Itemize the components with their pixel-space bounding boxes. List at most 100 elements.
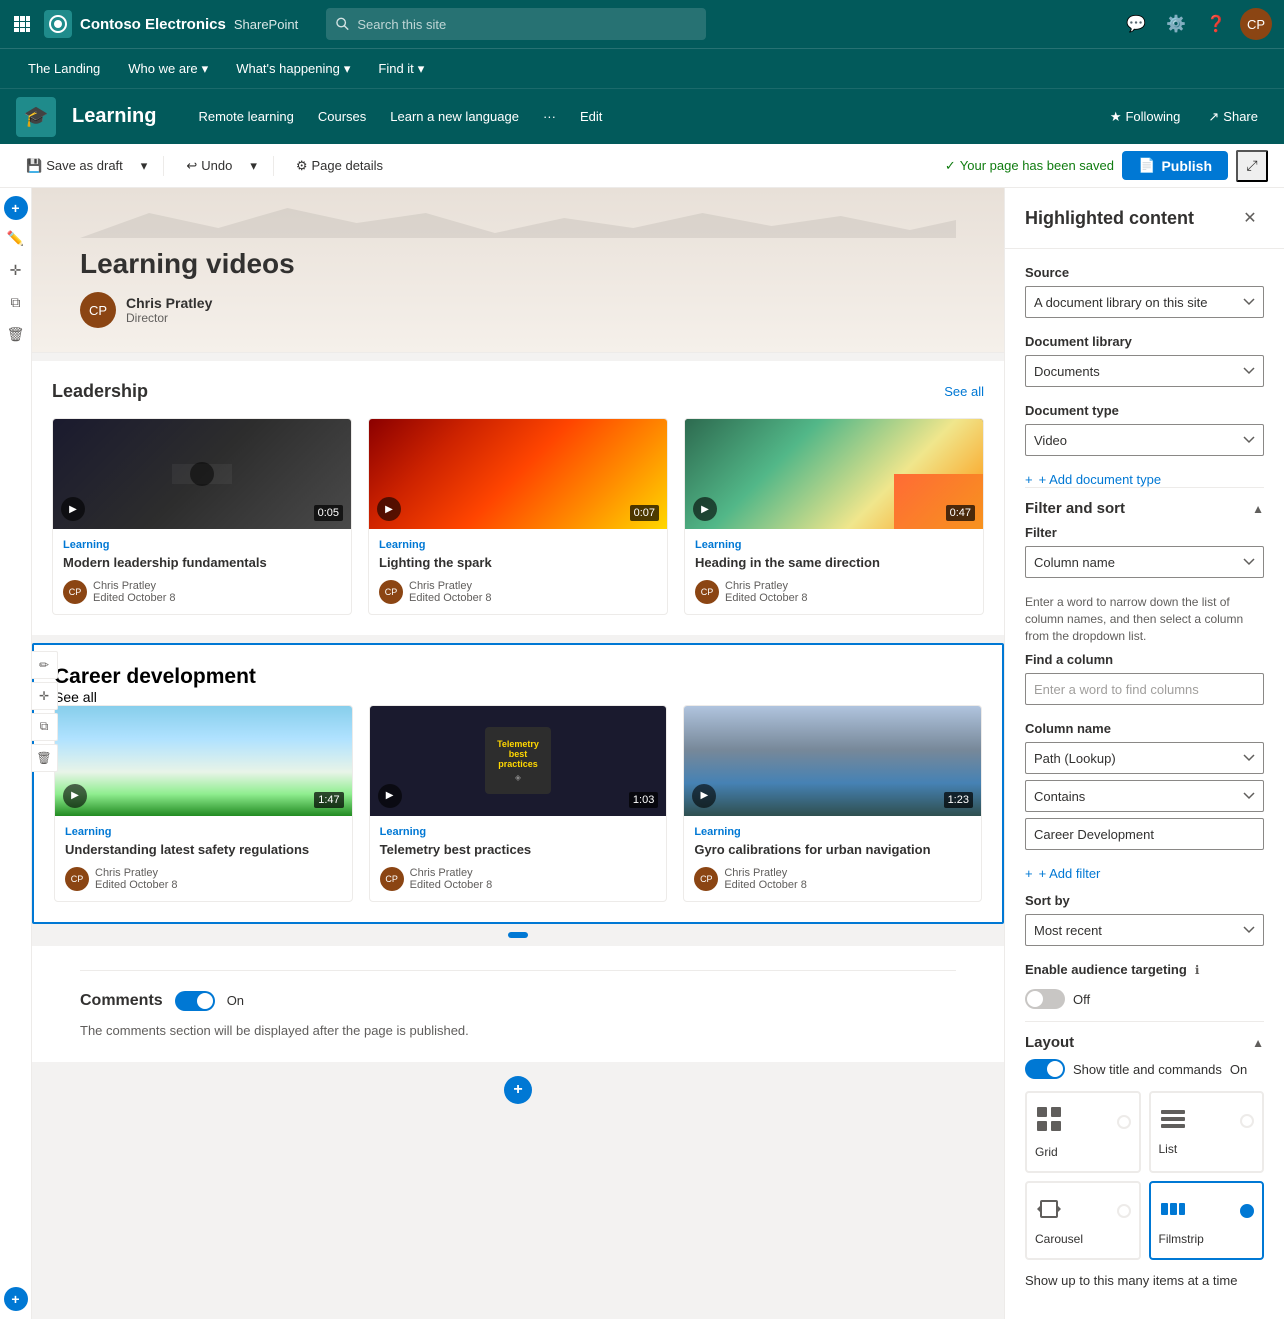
audience-toggle[interactable]	[1025, 989, 1065, 1009]
settings-icon[interactable]: ⚙️	[1160, 8, 1192, 40]
toolbar: 💾 Save as draft ▾ ↩ Undo ▾ ⚙ Page detail…	[0, 144, 1284, 188]
author-info: Chris Pratley Director	[126, 295, 212, 325]
site-nav-item-happening[interactable]: What's happening ▾	[224, 55, 362, 83]
audience-state: Off	[1073, 992, 1090, 1007]
list-item[interactable]: ▶ 0:05 Learning Modern leadership fundam…	[52, 418, 352, 615]
save-dropdown-button[interactable]: ▾	[137, 153, 152, 179]
source-select[interactable]: A document library on this site	[1025, 286, 1264, 318]
sort-by-select[interactable]: Most recent	[1025, 914, 1264, 946]
video-tag: Learning	[380, 826, 657, 838]
page-icon: 🎓	[16, 97, 56, 137]
save-as-draft-button[interactable]: 💾 Save as draft	[16, 153, 133, 179]
layout-option-grid[interactable]: Grid	[1025, 1091, 1141, 1173]
help-icon[interactable]: ❓	[1200, 8, 1232, 40]
video-title: Gyro calibrations for urban navigation	[694, 842, 971, 859]
section-duplicate-icon[interactable]: ⧉	[32, 713, 58, 741]
video-meta: Learning Modern leadership fundamentals …	[53, 529, 351, 614]
comments-section: Comments On The comments section will be…	[32, 946, 1004, 1062]
undo-button[interactable]: ↩ Undo	[176, 153, 242, 179]
comments-description: The comments section will be displayed a…	[80, 1023, 956, 1038]
brand[interactable]: Contoso Electronics SharePoint	[44, 10, 298, 38]
leadership-see-all[interactable]: See all	[944, 384, 984, 399]
section-delete-icon[interactable]: 🗑	[32, 744, 58, 772]
undo-dropdown-button[interactable]: ▾	[246, 153, 261, 179]
site-nav-item-landing[interactable]: The Landing	[16, 55, 112, 82]
show-count-label: Show up to this many items at a time	[1025, 1272, 1264, 1288]
page-details-button[interactable]: ⚙ Page details	[286, 153, 393, 179]
layout-option-filmstrip[interactable]: Filmstrip	[1149, 1181, 1265, 1260]
layout-list-label: List	[1159, 1142, 1178, 1156]
author-details: Chris PratleyEdited October 8	[725, 580, 808, 604]
search-input[interactable]	[357, 17, 696, 32]
duplicate-icon[interactable]: ⧉	[2, 288, 30, 316]
list-item[interactable]: ▶ 0:47 Learning Heading in the same dire…	[684, 418, 984, 615]
page-link-edit[interactable]: Edit	[570, 103, 612, 130]
filter-select[interactable]: Column name	[1025, 546, 1264, 578]
page-link-more[interactable]: ···	[533, 103, 566, 130]
leadership-header: Leadership See all	[52, 381, 984, 402]
page-link-language[interactable]: Learn a new language	[380, 103, 529, 130]
move-icon[interactable]: ✛	[2, 256, 30, 284]
top-nav: Contoso Electronics SharePoint 💬 ⚙️ ❓ CP	[0, 0, 1284, 48]
section-edit-icon[interactable]: ✏	[32, 651, 58, 679]
close-panel-button[interactable]: ✕	[1236, 204, 1264, 232]
avatar[interactable]: CP	[1240, 8, 1272, 40]
doc-library-group: Document library Documents	[1025, 334, 1264, 387]
list-item[interactable]: ▶ 1:47 Learning Understanding latest saf…	[54, 705, 353, 902]
show-title-toggle[interactable]	[1025, 1059, 1065, 1079]
career-title: Career development	[54, 665, 982, 689]
page-links: Remote learning Courses Learn a new lang…	[188, 103, 612, 130]
show-title-slider	[1025, 1059, 1065, 1079]
search-bar[interactable]	[326, 8, 706, 40]
list-item[interactable]: Telemetrybestpractices ◈ ▶ 1:03 Learning…	[369, 705, 668, 902]
author-avatar: CP	[695, 580, 719, 604]
doc-library-label: Document library	[1025, 334, 1264, 349]
add-section-bottom-button[interactable]: +	[4, 1287, 28, 1311]
show-title-label: Show title and commands	[1073, 1062, 1222, 1077]
filter-sort-toggle[interactable]: Filter and sort ▲	[1025, 487, 1264, 525]
filter-value-input[interactable]	[1025, 818, 1264, 850]
sort-by-label: Sort by	[1025, 893, 1264, 908]
section-move-icon[interactable]: ✛	[32, 682, 58, 710]
comments-toggle[interactable]	[175, 991, 215, 1011]
add-section-top-button[interactable]: +	[4, 196, 28, 220]
site-nav-item-findit[interactable]: Find it ▾	[366, 55, 436, 83]
page-link-courses[interactable]: Courses	[308, 103, 376, 130]
add-section-bottom: +	[32, 1070, 1004, 1110]
layout-toggle[interactable]: Layout ▲	[1025, 1021, 1264, 1059]
filmstrip-radio	[1240, 1204, 1254, 1218]
add-doc-type-link[interactable]: + + Add document type	[1025, 472, 1264, 487]
publish-button[interactable]: 📄 Publish	[1122, 151, 1228, 180]
filter-group: Filter Column name	[1025, 525, 1264, 578]
layout-option-carousel[interactable]: Carousel	[1025, 1181, 1141, 1260]
career-header: Career development See all	[54, 665, 982, 705]
waffle-icon[interactable]	[12, 14, 32, 34]
site-nav-item-who[interactable]: Who we are ▾	[116, 55, 220, 83]
play-icon: ▶	[61, 497, 85, 521]
page-link-remote[interactable]: Remote learning	[188, 103, 303, 130]
video-thumbnail: ▶ 0:47	[685, 419, 983, 529]
career-see-all[interactable]: See all	[54, 689, 97, 705]
career-section-wrapper: ✏ ✛ ⧉ 🗑 Career development See all ▶	[32, 643, 1004, 938]
column-name-select[interactable]: Path (Lookup)	[1025, 742, 1264, 774]
delete-icon[interactable]: 🗑	[2, 320, 30, 348]
share-button[interactable]: ↗ Share	[1198, 103, 1268, 131]
audience-toggle-slider	[1025, 989, 1065, 1009]
doc-type-select[interactable]: Video	[1025, 424, 1264, 456]
add-section-bottom-btn[interactable]: +	[504, 1076, 532, 1104]
chevron-up-icon: ▲	[1252, 1036, 1264, 1050]
author-avatar: CP	[694, 867, 718, 891]
layout-option-list[interactable]: List	[1149, 1091, 1265, 1173]
contains-select[interactable]: Contains	[1025, 780, 1264, 812]
add-filter-link[interactable]: + + Add filter	[1025, 866, 1264, 881]
list-item[interactable]: ▶ 0:07 Learning Lighting the spark CP Ch…	[368, 418, 668, 615]
video-tag: Learning	[63, 539, 341, 551]
chat-icon[interactable]: 💬	[1120, 8, 1152, 40]
doc-library-select[interactable]: Documents	[1025, 355, 1264, 387]
section-toolbar: ✏ ✛ ⧉ 🗑	[32, 651, 58, 772]
following-button[interactable]: ★ Following	[1100, 103, 1191, 131]
find-column-input[interactable]	[1025, 673, 1264, 705]
list-item[interactable]: ▶ 1:23 Learning Gyro calibrations for ur…	[683, 705, 982, 902]
edit-icon[interactable]: ✏️	[2, 224, 30, 252]
expand-button[interactable]: ⤢	[1236, 150, 1268, 182]
